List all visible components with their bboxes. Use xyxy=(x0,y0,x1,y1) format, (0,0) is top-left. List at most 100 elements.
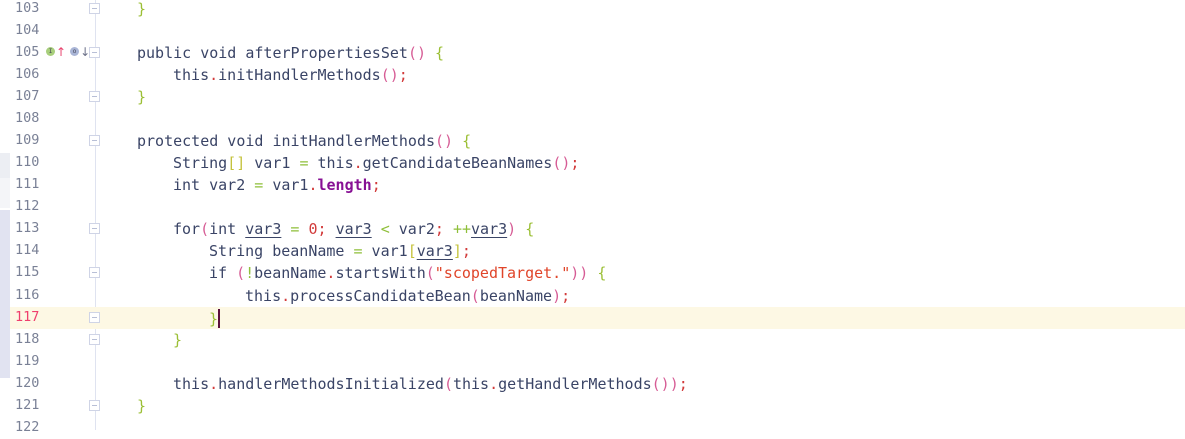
line-number[interactable]: 119 xyxy=(15,353,39,369)
code-token: ( xyxy=(470,286,480,305)
code-token: = xyxy=(353,242,363,261)
line-number[interactable]: 107 xyxy=(15,88,39,104)
line-number[interactable]: 110 xyxy=(15,154,39,170)
code-line[interactable]: 104 xyxy=(0,20,1185,42)
code-token: getCandidateBeanNames xyxy=(362,154,553,173)
code-token: } xyxy=(137,396,147,415)
line-number[interactable]: 122 xyxy=(15,419,39,435)
code-token: if xyxy=(209,264,237,283)
code-token: int xyxy=(209,220,246,239)
code-text[interactable]: } xyxy=(209,308,221,328)
code-token: [ xyxy=(407,242,417,261)
line-number[interactable]: 104 xyxy=(15,22,39,38)
code-line[interactable]: 111 int var2 = var1.length; xyxy=(0,174,1185,196)
implementing-method-icon[interactable]: I xyxy=(46,47,55,57)
code-editor[interactable]: 103} 104 105 I ↑ o ↓ public void afterPropertie… xyxy=(0,0,1185,435)
line-number[interactable]: 114 xyxy=(15,242,39,258)
line-number[interactable]: 108 xyxy=(15,110,39,126)
line-number[interactable]: 120 xyxy=(15,375,39,391)
code-line[interactable]: 121} xyxy=(0,395,1185,417)
code-text[interactable]: this.handlerMethodsInitialized(this.getH… xyxy=(173,375,688,393)
code-text[interactable]: String beanName = var1[var3]; xyxy=(209,242,471,260)
fold-toggle-icon[interactable] xyxy=(89,90,100,102)
line-number[interactable]: 106 xyxy=(15,66,39,82)
code-text[interactable]: if (!beanName.startsWith("scopedTarget."… xyxy=(209,264,606,282)
code-token: } xyxy=(137,87,147,106)
line-number[interactable]: 105 xyxy=(15,44,39,60)
line-number[interactable]: 117 xyxy=(15,309,39,325)
code-line[interactable]: 118} xyxy=(0,329,1185,351)
code-line[interactable]: 120 this.handlerMethodsInitialized(this.g… xyxy=(0,373,1185,395)
line-number[interactable]: 111 xyxy=(15,176,39,192)
line-number[interactable]: 109 xyxy=(15,132,39,148)
line-number[interactable]: 113 xyxy=(15,220,39,236)
fold-toggle-icon[interactable] xyxy=(89,311,100,323)
code-text[interactable]: public void afterPropertiesSet() { xyxy=(137,44,444,62)
code-token: . xyxy=(209,374,219,393)
fold-toggle-icon[interactable] xyxy=(89,223,100,235)
code-line[interactable]: 107} xyxy=(0,86,1185,108)
code-line[interactable]: 112 xyxy=(0,196,1185,218)
code-line[interactable]: 117} xyxy=(10,306,1185,329)
code-text[interactable]: for(int var3 = 0; var3 < var2; ++var3) { xyxy=(173,220,534,238)
code-text[interactable]: this.initHandlerMethods(); xyxy=(173,66,408,84)
line-number[interactable]: 112 xyxy=(15,198,39,214)
code-token: public void afterPropertiesSet xyxy=(137,43,408,62)
code-token: handlerMethodsInitialized xyxy=(218,374,444,393)
code-line[interactable]: 106 this.initHandlerMethods(); xyxy=(0,64,1185,86)
code-text[interactable]: int var2 = var1.length; xyxy=(173,176,381,194)
code-line[interactable]: 113 for(int var3 = 0; var3 < var2; ++var3… xyxy=(0,218,1185,240)
code-text[interactable]: } xyxy=(173,331,182,349)
code-token: . xyxy=(308,176,318,195)
code-line[interactable]: 122 xyxy=(0,417,1185,439)
code-token: this xyxy=(452,374,490,393)
line-number[interactable]: 118 xyxy=(15,331,39,347)
fold-toggle-icon[interactable] xyxy=(89,399,100,411)
fold-toggle-icon[interactable] xyxy=(89,2,100,14)
fold-toggle-icon[interactable] xyxy=(89,333,100,345)
code-token: this xyxy=(173,374,210,393)
code-token: var1 xyxy=(362,242,408,261)
code-text[interactable]: protected void initHandlerMethods() { xyxy=(137,132,471,150)
code-line[interactable]: 108 xyxy=(0,108,1185,130)
code-token: ] xyxy=(452,242,462,261)
code-text[interactable]: } xyxy=(137,0,146,18)
code-token: . xyxy=(281,286,291,305)
code-line[interactable]: 119 xyxy=(0,351,1185,373)
code-token: )) xyxy=(570,264,589,283)
code-token: var3 xyxy=(335,220,372,239)
code-line[interactable]: 115 if (!beanName.startsWith("scopedTarge… xyxy=(0,262,1185,284)
code-token: ; xyxy=(561,286,571,305)
code-token: ; xyxy=(434,220,444,239)
line-number[interactable]: 116 xyxy=(15,287,39,303)
code-line[interactable]: 116 this.processCandidateBean(beanName); xyxy=(0,285,1185,307)
fold-toggle-icon[interactable] xyxy=(89,46,100,58)
code-line[interactable]: 105 I ↑ o ↓ public void afterPropertiesSet() … xyxy=(0,42,1185,64)
code-token: var3 xyxy=(471,220,508,239)
overridden-method-icon[interactable]: o xyxy=(70,47,80,57)
arrow-up-icon: ↑ xyxy=(56,44,67,59)
code-line[interactable]: 103} xyxy=(0,0,1185,20)
line-number[interactable]: 115 xyxy=(15,264,39,280)
code-line[interactable]: 114 String beanName = var1[var3]; xyxy=(0,240,1185,262)
line-number[interactable]: 103 xyxy=(15,0,39,16)
code-text[interactable]: this.processCandidateBean(beanName); xyxy=(245,287,570,305)
code-text[interactable]: } xyxy=(137,88,146,106)
code-token: beanName xyxy=(479,286,553,305)
code-token: var1 xyxy=(245,154,300,173)
code-token: String beanName xyxy=(209,242,354,261)
line-number[interactable]: 121 xyxy=(15,397,39,413)
fold-toggle-icon[interactable] xyxy=(89,267,100,279)
code-token: ; xyxy=(317,220,327,239)
code-token: var3 xyxy=(245,220,282,239)
code-token: } xyxy=(173,330,183,349)
code-token: for xyxy=(173,220,201,239)
code-text[interactable]: String[] var1 = this.getCandidateBeanNam… xyxy=(173,154,579,172)
code-text[interactable]: } xyxy=(137,397,146,415)
fold-toggle-icon[interactable] xyxy=(89,134,100,146)
code-line[interactable]: 110 String[] var1 = this.getCandidateBean… xyxy=(0,152,1185,174)
code-line[interactable]: 109 protected void initHandlerMethods() { xyxy=(0,130,1185,152)
